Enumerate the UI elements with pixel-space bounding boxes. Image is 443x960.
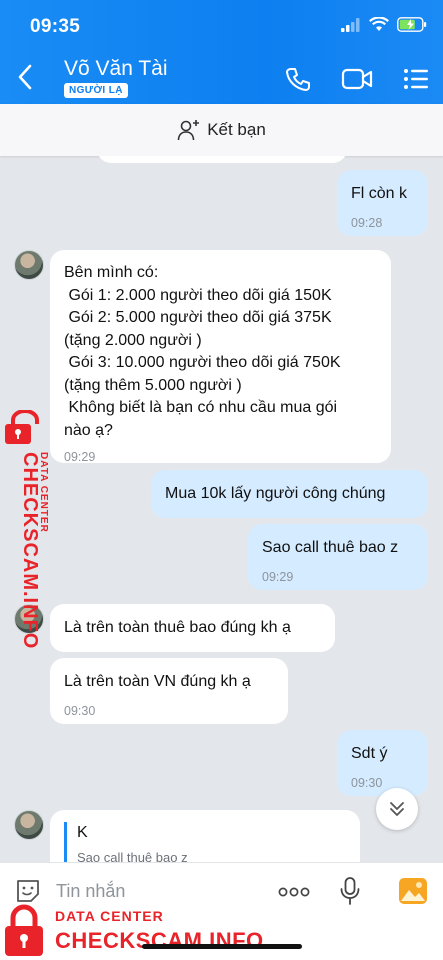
message-text: Là trên toàn VN đúng kh ạ (64, 673, 251, 690)
message-time: 09:30 (64, 703, 96, 718)
message-text: Sdt ý (351, 745, 388, 762)
contact-name[interactable]: Võ Văn Tài (64, 57, 168, 81)
add-friend-icon (177, 120, 200, 141)
message-text: Là trên toàn thuê bao đúng kh ạ (64, 619, 291, 636)
stranger-badge: NGƯỜI LẠ (64, 83, 128, 98)
message-text: Sao call thuê bao z (262, 539, 399, 556)
video-call-icon (341, 68, 373, 90)
message-line: (tặng 2.000 người ) (64, 331, 202, 349)
watermark-small-text: DATA CENTER (38, 452, 49, 533)
sticker-icon[interactable] (14, 877, 42, 905)
message-bubble-outgoing[interactable]: Sdt ý 09:30 (337, 730, 428, 796)
message-input[interactable]: Tin nhắn (56, 881, 125, 902)
quoted-text: Sao call thuê bao z (77, 849, 188, 863)
message-line: nào ạ? (64, 421, 113, 439)
message-bubble-incoming[interactable]: Bên mình có: Gói 1: 2.000 người theo dõi… (50, 250, 391, 464)
quoted-reply[interactable]: K Sao call thuê bao z (64, 822, 346, 862)
microphone-icon[interactable] (339, 876, 361, 906)
battery-charging-icon (397, 17, 427, 32)
message-line: Bên mình có: (64, 264, 159, 281)
add-friend-label: Kết bạn (207, 120, 266, 139)
message-line: Không biết là bạn có nhu cầu mua gói (64, 399, 338, 416)
status-time: 09:35 (30, 16, 81, 37)
message-time: 09:28 (351, 215, 383, 230)
chat-header: 09:35 Võ Văn Tài NGƯỜI LẠ (0, 0, 443, 104)
message-list[interactable]: Fl còn k 09:28 Bên mình có: Gói 1: 2.000… (0, 156, 443, 862)
image-icon[interactable] (398, 877, 428, 905)
menu-icon (404, 69, 428, 89)
message-text: Fl còn k (351, 185, 408, 202)
video-call-button[interactable] (340, 64, 374, 94)
wifi-icon (369, 17, 389, 31)
add-friend-button[interactable]: Kết bạn (0, 104, 443, 156)
watermark-side: CHECKSCAM.INFO DATA CENTER (2, 410, 54, 649)
avatar[interactable] (14, 250, 44, 280)
scroll-down-button[interactable] (376, 788, 418, 830)
message-time: 09:29 (64, 450, 96, 464)
lock-icon (5, 410, 39, 444)
watermark-big-text: CHECKSCAM.INFO (55, 928, 264, 953)
message-line: Gói 2: 5.000 người theo dõi giá 375K (64, 309, 332, 326)
phone-icon (286, 68, 310, 91)
watermark-bottom: DATA CENTER CHECKSCAM.INFO (2, 902, 302, 960)
call-button[interactable] (283, 64, 313, 94)
watermark-small-text: DATA CENTER (55, 908, 164, 924)
message-bubble-incoming[interactable]: K Sao call thuê bao z (50, 810, 360, 862)
message-bubble-incoming[interactable]: Là trên toàn thuê bao đúng kh ạ (50, 604, 335, 652)
more-icon[interactable] (278, 887, 310, 897)
message-bubble-outgoing[interactable]: Fl còn k 09:28 (337, 170, 428, 236)
double-chevron-down-icon (390, 802, 404, 816)
message-bubble-clipped (97, 156, 347, 163)
back-icon (18, 64, 32, 90)
message-bubble-incoming[interactable]: Là trên toàn VN đúng kh ạ 09:30 (50, 658, 288, 724)
status-icons (341, 17, 427, 32)
lock-icon (5, 904, 43, 956)
message-bubble-outgoing[interactable]: Sao call thuê bao z 09:29 (248, 524, 428, 590)
message-bubble-outgoing[interactable]: Mua 10k lấy người công chúng (151, 470, 428, 518)
back-button[interactable] (10, 60, 40, 94)
menu-button[interactable] (401, 64, 431, 94)
message-line: Gói 1: 2.000 người theo dõi giá 150K (64, 286, 332, 304)
message-line: Gói 3: 10.000 người theo dõi giá 750K (64, 354, 341, 371)
message-time: 09:29 (262, 569, 294, 584)
message-text: K (77, 824, 88, 841)
avatar[interactable] (14, 810, 44, 840)
signal-icon (341, 17, 360, 32)
message-text: Mua 10k lấy người công chúng (165, 485, 386, 502)
home-indicator (142, 944, 302, 949)
message-line: (tặng thêm 5.000 người ) (64, 376, 242, 394)
